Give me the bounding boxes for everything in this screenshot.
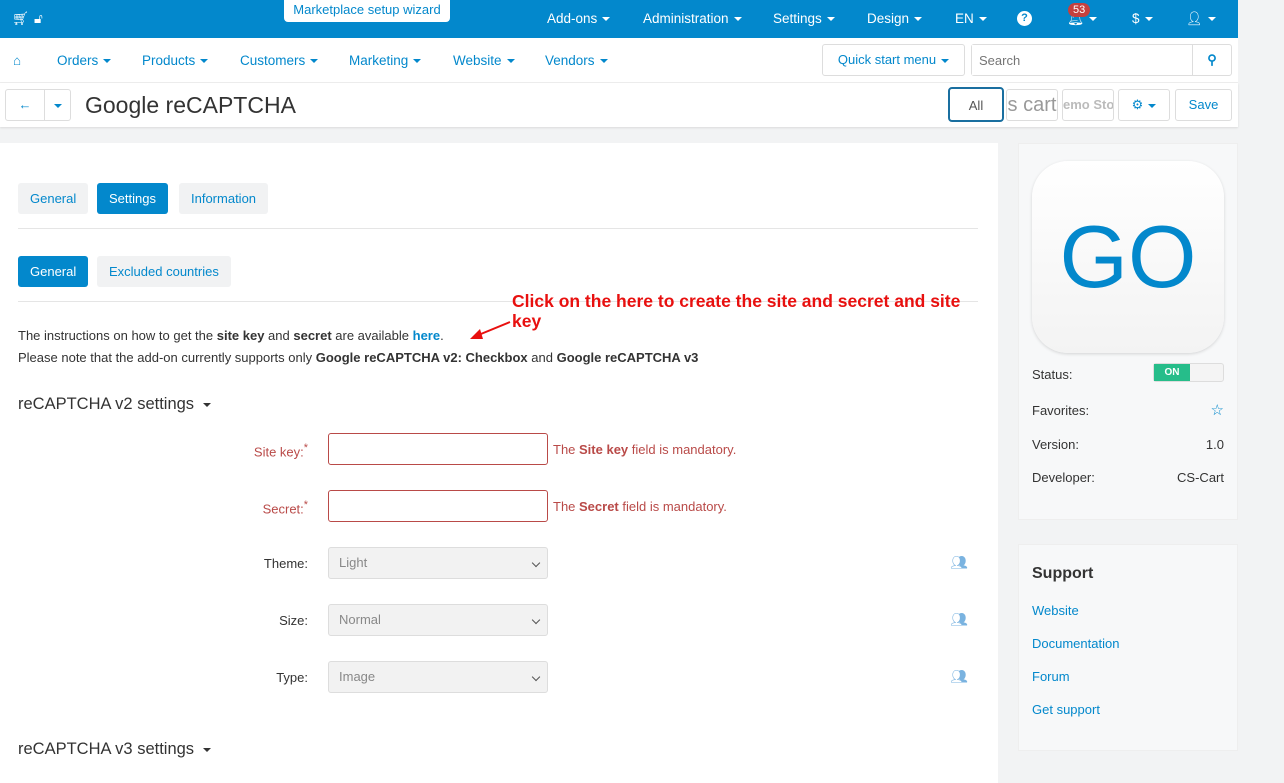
top-bar: 🛒︎ 🔓︎ Marketplace setup wizard Add-ons A… [0, 0, 1238, 38]
site-key-error: The Site key field is mandatory. [553, 442, 737, 457]
theme-select[interactable]: Light [328, 547, 548, 579]
size-select[interactable]: Normal [328, 604, 548, 636]
version-row: Version: 1.0 [1032, 437, 1224, 452]
save-button[interactable]: Save [1175, 89, 1232, 121]
store-cscart-button[interactable]: s cart [1006, 89, 1058, 121]
nav-marketing[interactable]: Marketing [349, 53, 422, 68]
home-icon[interactable]: ⌂ [13, 53, 21, 68]
here-link[interactable]: here [413, 328, 440, 343]
theme-label: Theme: [263, 556, 308, 571]
secret-input[interactable] [328, 490, 548, 522]
nav-customers[interactable]: Customers [240, 53, 319, 68]
nav-products[interactable]: Products [142, 53, 209, 68]
v2-settings-heading[interactable]: reCAPTCHA v2 settings [18, 395, 212, 414]
site-key-label: Site key:* [253, 442, 308, 460]
quick-start-menu[interactable]: Quick start menu [822, 44, 965, 76]
currency-menu[interactable]: $ [1132, 11, 1153, 26]
menu-design[interactable]: Design [867, 11, 923, 26]
tab-general[interactable]: General [18, 183, 89, 214]
support-title: Support [1032, 565, 1094, 582]
status-row: Status: ON [1032, 363, 1224, 382]
status-toggle[interactable]: ON [1153, 363, 1224, 382]
notification-badge: 53 [1068, 3, 1091, 17]
tab-information[interactable]: Information [179, 183, 269, 214]
star-icon[interactable]: ☆ [1211, 401, 1224, 419]
site-key-input[interactable] [328, 433, 548, 465]
v3-settings-heading[interactable]: reCAPTCHA v3 settings [18, 740, 212, 759]
addon-logo: GO [1032, 161, 1224, 353]
support-link-website[interactable]: Website [1032, 603, 1079, 618]
secret-error: The Secret field is mandatory. [553, 499, 727, 514]
nav-orders[interactable]: Orders [57, 53, 112, 68]
type-select[interactable]: Image [328, 661, 548, 693]
unlock-icon[interactable]: 🔓︎ [34, 11, 43, 27]
user-icon[interactable]: 👤︎ [1186, 11, 1217, 27]
annotation-arrow [470, 321, 511, 339]
main-nav: ⌂ Orders Products Customers Marketing We… [0, 38, 1238, 83]
menu-settings[interactable]: Settings [773, 11, 835, 26]
divider [18, 228, 978, 229]
annotation-text: Click on the here to create the site and… [512, 291, 961, 331]
support-link-forum[interactable]: Forum [1032, 669, 1070, 684]
help-icon[interactable]: ? [1017, 11, 1032, 26]
search-box: ⚲ [971, 44, 1232, 76]
support-link-documentation[interactable]: Documentation [1032, 636, 1119, 651]
page-header: ← Google reCAPTCHA All s cart emo Sto ⚙ … [0, 83, 1238, 127]
instructions-text: The instructions on how to get the site … [18, 328, 444, 343]
subtab-general[interactable]: General [18, 256, 89, 287]
page-title: Google reCAPTCHA [85, 92, 296, 118]
menu-language[interactable]: EN [955, 11, 987, 26]
tab-settings[interactable]: Settings [97, 183, 168, 214]
type-label: Type: [276, 670, 308, 685]
gear-icon[interactable]: ⚙ [1118, 89, 1170, 121]
vendor-share-icon[interactable]: 👥︎ [950, 611, 968, 628]
secret-label: Secret:* [262, 499, 308, 517]
store-all-button[interactable]: All [948, 87, 1004, 122]
cart-icon[interactable]: 🛒︎ [12, 11, 29, 27]
vendor-share-icon[interactable]: 👥︎ [950, 554, 968, 571]
favorites-row: Favorites: ☆ [1032, 401, 1224, 419]
developer-row: Developer: CS-Cart [1032, 470, 1224, 485]
size-label: Size: [279, 613, 308, 628]
back-dropdown[interactable] [44, 89, 71, 121]
search-icon[interactable]: ⚲ [1192, 45, 1231, 75]
menu-administration[interactable]: Administration [643, 11, 742, 26]
nav-website[interactable]: Website [453, 53, 515, 68]
subtab-excluded-countries[interactable]: Excluded countries [97, 256, 231, 287]
vendor-share-icon[interactable]: 👥︎ [950, 668, 968, 685]
support-note: Please note that the add-on currently su… [18, 350, 699, 365]
main-panel: General Settings Information General Exc… [0, 143, 998, 783]
store-demo-button[interactable]: emo Sto [1062, 89, 1114, 121]
menu-addons[interactable]: Add-ons [547, 11, 611, 26]
nav-vendors[interactable]: Vendors [545, 53, 608, 68]
support-link-get-support[interactable]: Get support [1032, 702, 1100, 717]
setup-wizard-button[interactable]: Marketplace setup wizard [284, 0, 450, 22]
search-input[interactable] [972, 45, 1187, 75]
back-button[interactable]: ← [5, 89, 45, 121]
